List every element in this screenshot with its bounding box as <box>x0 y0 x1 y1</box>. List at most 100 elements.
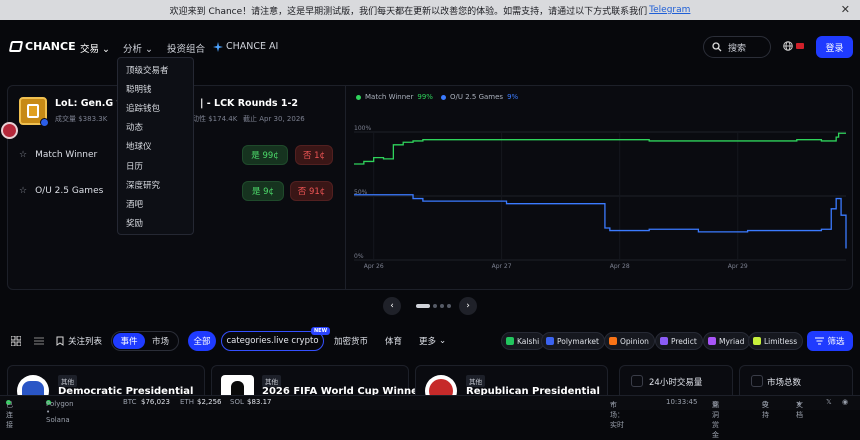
menu-item[interactable]: 地球仪 <box>118 137 193 156</box>
star-icon[interactable]: ☆ <box>19 150 27 160</box>
category-more[interactable]: 更多 ⌄ <box>419 331 446 351</box>
search-button[interactable]: 搜索 <box>703 36 771 58</box>
btc-label: BTC <box>123 398 137 406</box>
yes-button[interactable]: 是 9¢ <box>242 181 284 201</box>
y-tick-label: 0% <box>354 253 364 260</box>
new-badge: NEW <box>311 327 331 335</box>
status-footer: 已连接 Polygon • Solana BTC $76,023 ETH $2,… <box>0 395 860 439</box>
event-title-rest[interactable]: | - LCK Rounds 1-2 <box>200 98 298 109</box>
tab-markets[interactable]: 市场 <box>152 335 169 347</box>
source-label: Predict <box>671 336 697 346</box>
carousel-next-button[interactable]: › <box>459 297 477 315</box>
carousel-dot[interactable] <box>440 304 444 308</box>
globe-icon[interactable] <box>783 41 793 54</box>
nav-chance-ai-label: CHANCE AI <box>226 41 279 52</box>
source-icon <box>609 337 617 345</box>
x-tick-label: Apr 28 <box>610 263 630 270</box>
source-chip[interactable]: Predict <box>655 332 703 350</box>
login-button[interactable]: 登录 <box>816 36 853 58</box>
menu-item[interactable]: 顶级交易者 <box>118 60 193 79</box>
list-view-icon[interactable] <box>34 336 44 349</box>
search-label: 搜索 <box>728 43 747 54</box>
star-icon[interactable]: ☆ <box>19 186 27 196</box>
discord-icon[interactable]: ◉ <box>842 398 848 406</box>
source-label: Myriad <box>719 336 745 346</box>
nav-trade[interactable]: 交易 ⌄ <box>80 41 110 55</box>
clock: 10:33:45 <box>666 398 698 406</box>
telegram-link[interactable]: Telegram <box>649 5 690 15</box>
no-button[interactable]: 否 1¢ <box>295 145 333 165</box>
market-name: Match Winner <box>35 150 98 160</box>
filter-button[interactable]: 筛选 <box>807 331 853 351</box>
source-chip[interactable]: Kalshi <box>501 332 546 350</box>
support-label: 支持 <box>762 401 769 419</box>
menu-item[interactable]: 日历 <box>118 156 193 175</box>
legend-label: O/U 2.5 Games <box>450 93 504 101</box>
x-tick-label: Apr 27 <box>492 263 512 270</box>
stat-markets-label: 市场总数 <box>767 378 802 388</box>
nav-portfolio[interactable]: 投资组合 <box>167 41 205 55</box>
connection-label: 已连接 <box>6 401 13 429</box>
btc-price: $76,023 <box>141 398 170 406</box>
nav-analysis[interactable]: 分析 ⌄ <box>123 41 153 55</box>
event-market-toggle[interactable]: 事件 市场 <box>111 331 179 351</box>
menu-item[interactable]: 深度研究 <box>118 175 193 194</box>
chevron-down-icon: ⌄ <box>102 44 111 55</box>
bug-bounty-label: 漏洞赏金 <box>712 401 719 439</box>
chart-legend-item: Match Winner 99% <box>356 93 433 101</box>
menu-item[interactable]: 奖励 <box>118 214 193 233</box>
category-crypto[interactable]: 加密货币 <box>334 331 368 351</box>
carousel-prev-button[interactable]: ‹ <box>383 297 401 315</box>
sparkle-icon <box>213 41 223 52</box>
language-flag-icon[interactable] <box>796 43 804 49</box>
category-sports[interactable]: 体育 <box>385 331 402 351</box>
carousel-dot[interactable] <box>433 304 437 308</box>
nav-trade-label: 交易 <box>80 44 100 55</box>
legend-value: 9% <box>507 93 519 101</box>
category-all[interactable]: 全部 <box>188 331 216 351</box>
polymarket-badge-icon <box>40 118 49 127</box>
menu-item[interactable]: 聪明钱 <box>118 79 193 98</box>
watchlist-label: 关注列表 <box>68 337 103 347</box>
floating-avatar[interactable] <box>1 122 18 139</box>
tab-events[interactable]: 事件 <box>113 333 145 349</box>
menu-item[interactable]: 动态 <box>118 118 193 137</box>
docs-label: 文档 <box>796 401 803 419</box>
logo[interactable]: CHANCE <box>8 40 76 53</box>
market-name: O/U 2.5 Games <box>35 186 104 196</box>
market-row[interactable]: ☆ O/U 2.5 Games <box>19 186 103 196</box>
stat-volume-label: 24小时交易量 <box>649 378 703 388</box>
price-chart[interactable]: 100%50%0%Apr 26 Apr 27 Apr 28 Apr 29 <box>346 110 852 280</box>
document-icon <box>751 375 763 387</box>
market-row[interactable]: ☆ Match Winner <box>19 150 97 160</box>
source-label: Polymarket <box>557 336 599 346</box>
legend-dot <box>441 94 446 100</box>
no-button[interactable]: 否 91¢ <box>290 181 333 201</box>
legend-dot <box>356 94 361 100</box>
source-icon <box>546 337 554 345</box>
menu-item[interactable]: 酒吧 <box>118 194 193 213</box>
x-icon[interactable]: 𝕏 <box>826 398 832 406</box>
grid-view-icon[interactable] <box>10 335 22 349</box>
series-line <box>354 194 847 249</box>
legend-label: Match Winner <box>365 93 414 101</box>
sol-label: SOL <box>230 398 244 406</box>
network-label: Polygon • Solana <box>46 400 74 424</box>
watchlist-button[interactable]: 关注列表 <box>56 331 102 351</box>
source-chip[interactable]: Polymarket <box>541 332 605 350</box>
chance-logo-icon <box>8 41 24 52</box>
nav-chance-ai[interactable]: CHANCE AI <box>213 41 278 52</box>
yes-button[interactable]: 是 99¢ <box>242 145 288 165</box>
category-live-crypto[interactable]: categories.live crypto <box>221 331 324 351</box>
category-more-label: 更多 <box>419 337 437 347</box>
menu-item[interactable]: 追踪钱包 <box>118 98 193 117</box>
close-icon[interactable]: ✕ <box>841 3 850 16</box>
carousel-dot[interactable] <box>416 304 430 308</box>
source-chip[interactable]: Limitless <box>748 332 804 350</box>
banner-text: 欢迎来到 Chance！请注意，这是早期测试版，我们每天都在更新以改善您的体验。… <box>169 6 648 17</box>
source-chip[interactable]: Opinion <box>604 332 655 350</box>
source-chip[interactable]: Myriad <box>703 332 751 350</box>
carousel-dot[interactable] <box>447 304 451 308</box>
bookmark-icon <box>56 336 64 346</box>
source-icon <box>506 337 514 345</box>
